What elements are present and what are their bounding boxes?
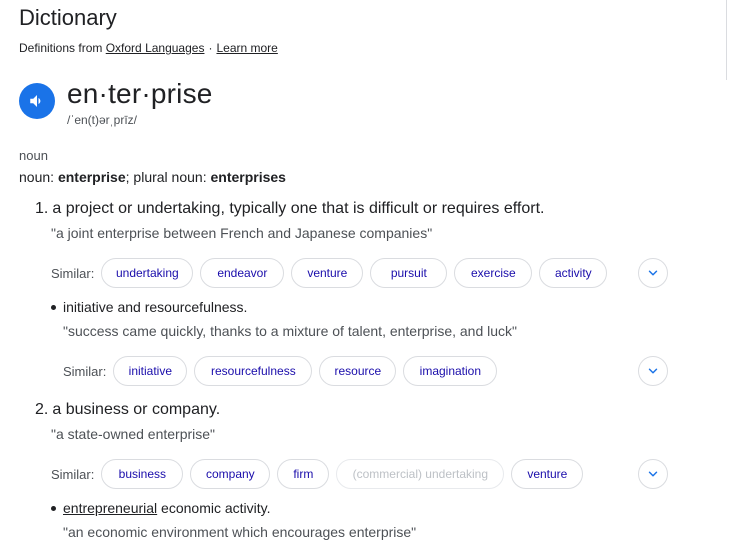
singular-form: enterprise bbox=[57, 169, 126, 185]
divider bbox=[726, 0, 727, 80]
definition-text: economic activity. bbox=[157, 500, 271, 516]
sense-1-definition: 1. a project or undertaking, typically on… bbox=[35, 200, 544, 218]
sense-2-definition: 2. a business or company. bbox=[35, 401, 220, 419]
similar-chip[interactable]: venture bbox=[291, 258, 364, 288]
sense-1-subsense-definition: initiative and resourcefulness. bbox=[51, 299, 247, 315]
similar-label: Similar: bbox=[51, 466, 95, 482]
similar-chip[interactable]: undertaking bbox=[101, 258, 194, 288]
sense-2-similar-row: Similar: business company firm (commerci… bbox=[51, 458, 590, 490]
similar-chip: (commercial) undertaking bbox=[336, 459, 505, 489]
dictionary-title: Dictionary bbox=[19, 5, 117, 30]
headword: en·ter·prise bbox=[67, 78, 213, 109]
source-line: Definitions from Oxford Languages · Learn … bbox=[19, 41, 278, 55]
sense-1-example: "a joint enterprise between French and J… bbox=[51, 225, 433, 241]
definition-text: initiative and resourcefulness. bbox=[63, 299, 248, 315]
noun-label: noun: bbox=[19, 169, 55, 185]
bullet bbox=[51, 505, 56, 511]
expand-similar-button[interactable] bbox=[638, 258, 668, 288]
expand-similar-button[interactable] bbox=[638, 356, 668, 386]
oxford-languages-link[interactable]: Oxford Languages bbox=[106, 41, 205, 55]
plural-form: enterprises bbox=[210, 169, 286, 185]
similar-label: Similar: bbox=[63, 363, 107, 379]
sense-2-subsense-example: "an economic environment which encourage… bbox=[63, 524, 417, 540]
similar-chip[interactable]: endeavor bbox=[200, 258, 285, 288]
bullet bbox=[51, 304, 56, 310]
similar-chip[interactable]: resource bbox=[319, 356, 397, 386]
similar-chip[interactable]: resourcefulness bbox=[194, 356, 313, 386]
definition-text: a project or undertaking, typically one … bbox=[52, 200, 545, 217]
word-forms: noun: enterprise; plural noun: enterpris… bbox=[19, 169, 286, 185]
expand-similar-button[interactable] bbox=[638, 459, 668, 489]
pronunciation-button[interactable] bbox=[19, 83, 55, 119]
subsense-1-similar-row: Similar: initiative resourcefulness reso… bbox=[63, 355, 504, 387]
chevron-down-icon bbox=[648, 368, 658, 374]
similar-chip[interactable]: exercise bbox=[454, 258, 533, 288]
similar-chip[interactable]: activity bbox=[539, 258, 608, 288]
similar-chip[interactable]: imagination bbox=[403, 356, 498, 386]
plural-label: ; plural noun: bbox=[125, 169, 207, 185]
source-separator: · bbox=[208, 41, 213, 55]
learn-more-link[interactable]: Learn more bbox=[216, 41, 277, 55]
similar-chip[interactable]: firm bbox=[277, 459, 330, 489]
similar-chip[interactable]: pursuit bbox=[370, 258, 448, 288]
sense-2-example: "a state-owned enterprise" bbox=[51, 426, 216, 442]
similar-chip[interactable]: venture bbox=[511, 459, 584, 489]
sense-number: 1. bbox=[35, 200, 49, 217]
similar-chip[interactable]: initiative bbox=[113, 356, 188, 386]
similar-label: Similar: bbox=[51, 265, 95, 281]
sense-number: 2. bbox=[35, 401, 49, 418]
similar-chip[interactable]: company bbox=[190, 459, 271, 489]
sense-1-similar-row: Similar: undertaking endeavor venture pu… bbox=[51, 257, 614, 289]
chevron-down-icon bbox=[648, 270, 658, 276]
speaker-icon bbox=[30, 95, 41, 107]
definition-text: a business or company. bbox=[52, 401, 221, 418]
sense-1-subsense-example: "success came quickly, thanks to a mixtu… bbox=[63, 323, 517, 339]
similar-chip[interactable]: business bbox=[101, 459, 184, 489]
source-prefix: Definitions from bbox=[19, 41, 103, 55]
part-of-speech: noun bbox=[19, 148, 48, 163]
sense-2-subsense-definition: entrepreneurial economic activity. bbox=[51, 500, 271, 516]
entrepreneurial-link[interactable]: entrepreneurial bbox=[63, 500, 157, 516]
phonetic-spelling: /ˈen(t)ərˌprīz/ bbox=[67, 113, 138, 127]
chevron-down-icon bbox=[648, 471, 658, 477]
